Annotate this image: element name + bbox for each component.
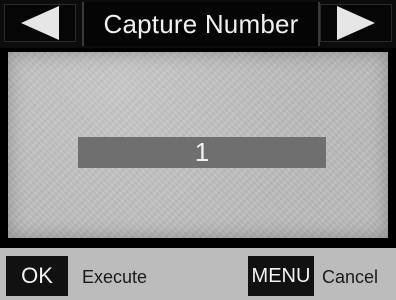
cancel-label: Cancel [322, 266, 379, 287]
menu-button[interactable]: MENU [248, 256, 314, 296]
capture-number-screen: Capture Number 1 OK Execute MENU Cancel [0, 0, 396, 300]
page-title: Capture Number [82, 2, 320, 46]
right-arrow-icon [337, 6, 375, 40]
left-arrow-icon [21, 6, 59, 40]
previous-button[interactable] [4, 4, 76, 42]
capture-number-value[interactable]: 1 [78, 137, 326, 168]
header-bar: Capture Number [0, 0, 396, 48]
execute-label: Execute [82, 266, 148, 287]
ok-button[interactable]: OK [6, 256, 68, 296]
next-button[interactable] [320, 4, 392, 42]
